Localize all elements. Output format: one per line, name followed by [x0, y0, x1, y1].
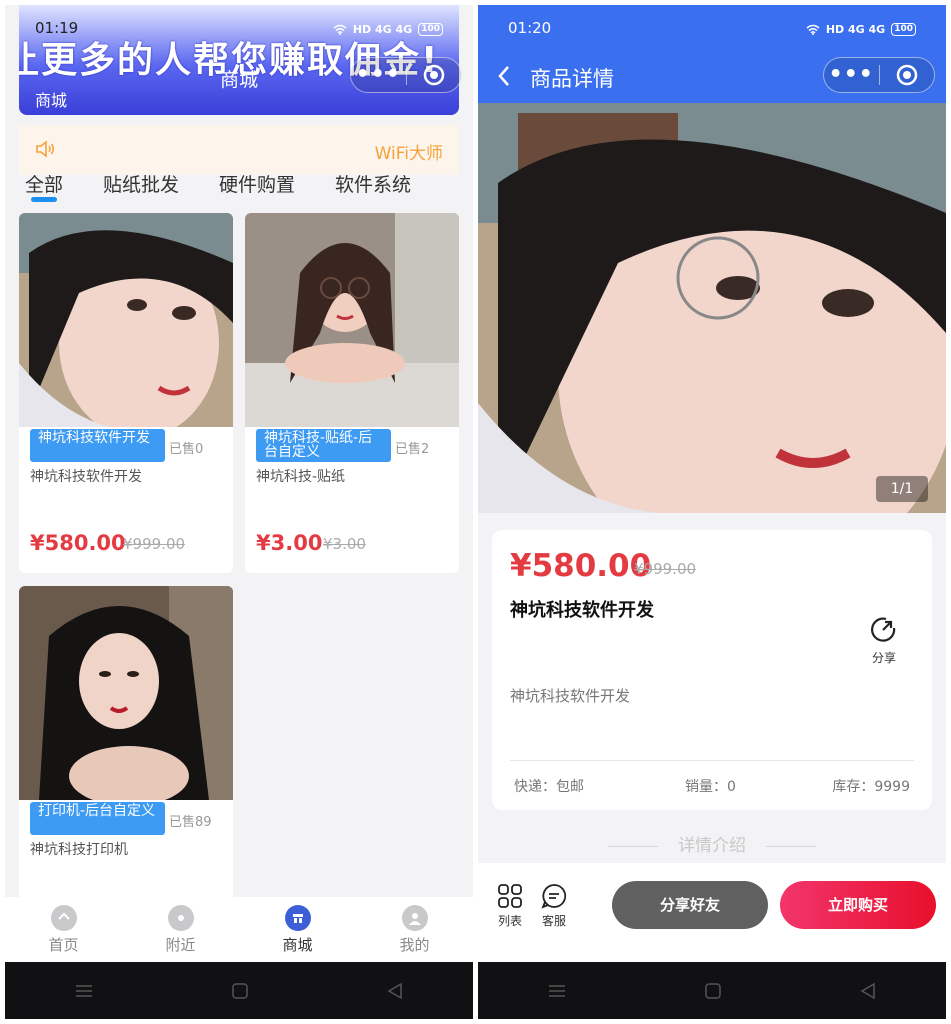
tabbar-label: 附近 [165, 936, 196, 954]
image-counter: 1/1 [876, 476, 928, 502]
tabbar-item-mine[interactable]: 我的 [356, 897, 473, 962]
service-label: 客服 [541, 914, 566, 928]
grid-icon [498, 884, 522, 908]
tab-software[interactable]: 软件系统 [335, 170, 411, 197]
chevron-left-icon[interactable] [496, 63, 512, 89]
status-icons: HD 4G 4G 100 [806, 23, 916, 36]
nav-header: 01:20 HD 4G 4G 100 商品详情 ••• [478, 5, 946, 103]
wifi-icon [806, 24, 820, 35]
product-card[interactable]: 神坑科技-贴纸-后台自定义 已售2 神坑科技-贴纸 ¥3.00 ¥3.00 [245, 213, 459, 573]
page-title: 商品详情 [530, 67, 614, 91]
list-button[interactable]: 列表 [493, 883, 527, 929]
buy-now-button[interactable]: 立即购买 [780, 881, 936, 929]
shipping-info: 快递：包邮 [514, 779, 584, 795]
product-desc: 神坑科技打印机 [30, 842, 128, 858]
chat-icon [541, 884, 567, 909]
product-detail-screen: 01:20 HD 4G 4G 100 商品详情 ••• 1/1 ¥580.00 … [478, 5, 946, 1019]
tabbar-label: 我的 [399, 936, 430, 954]
store-icon [284, 905, 311, 931]
menu-icon[interactable] [547, 983, 567, 999]
tabbar-item-store[interactable]: 商城 [239, 897, 356, 962]
notice-text: WiFi大师 [374, 144, 443, 164]
share-label: 分享 [871, 651, 896, 665]
divider [608, 845, 658, 847]
miniapp-capsule: ••• [350, 57, 462, 93]
user-icon [401, 905, 428, 931]
customer-service-button[interactable]: 客服 [537, 883, 571, 929]
network-icons: HD 4G 4G [825, 23, 886, 36]
tab-stickers[interactable]: 贴纸批发 [103, 170, 179, 197]
network-icons: HD 4G 4G [352, 23, 413, 36]
wifi-icon [333, 24, 347, 35]
tabbar-label: 首页 [48, 936, 79, 954]
share-friends-button[interactable]: 分享好友 [612, 881, 768, 929]
product-name: 神坑科技软件开发 [510, 600, 654, 621]
product-image [19, 586, 233, 800]
active-tab-indicator [31, 197, 57, 202]
status-time: 01:20 [508, 19, 552, 37]
home-icon [50, 905, 77, 931]
store-screen: 让更多的人帮您赚取佣金! 商城 01:19 HD 4G 4G 100 商城 ••… [5, 5, 473, 1019]
battery-icon: 100 [891, 23, 916, 36]
product-image [245, 213, 459, 427]
target-icon[interactable] [406, 64, 461, 86]
product-info-card: ¥580.00 ¥999.00 神坑科技软件开发 分享 神坑科技软件开发 快递：… [492, 530, 932, 810]
status-time: 01:19 [35, 19, 79, 37]
original-price: ¥3.00 [323, 535, 366, 553]
share-button[interactable]: 分享 [866, 614, 902, 666]
product-image [19, 213, 233, 427]
more-dots-icon[interactable]: ••• [351, 64, 406, 86]
tabbar-item-nearby[interactable]: 附近 [122, 897, 239, 962]
system-nav-bar [5, 962, 473, 1019]
list-label: 列表 [497, 914, 522, 928]
original-price: ¥999.00 [123, 535, 186, 553]
back-triangle-icon[interactable] [386, 982, 404, 1000]
miniapp-capsule: ••• [823, 57, 935, 93]
share-icon [871, 617, 896, 642]
product-desc: 神坑科技软件开发 [30, 469, 142, 485]
category-tabs: 全部 贴纸批发 硬件购置 软件系统 [25, 170, 411, 197]
product-card[interactable]: 神坑科技软件开发 已售0 神坑科技软件开发 ¥580.00 ¥999.00 [19, 213, 233, 573]
product-hero-image[interactable] [478, 103, 946, 513]
speaker-icon [36, 140, 55, 158]
product-badge: 打印机-后台自定义 [30, 802, 165, 835]
battery-icon: 100 [418, 23, 443, 36]
sold-count: 已售89 [169, 815, 212, 830]
product-badge: 神坑科技-贴纸-后台自定义 [256, 429, 391, 462]
divider [510, 760, 914, 761]
product-card[interactable]: 打印机-后台自定义 已售89 神坑科技打印机 [19, 586, 233, 906]
home-square-icon[interactable] [704, 982, 722, 1000]
bottom-tab-bar: 首页 附近 商城 我的 [5, 897, 473, 962]
product-price: ¥580.00 [510, 548, 652, 584]
details-section-header: 详情介绍 [478, 831, 946, 856]
bottom-action-bar: 列表 客服 分享好友 立即购买 [478, 863, 946, 962]
location-icon [167, 905, 194, 931]
product-price: ¥580.00 [30, 531, 126, 555]
product-desc: 神坑科技-贴纸 [256, 469, 346, 485]
home-square-icon[interactable] [231, 982, 249, 1000]
product-description: 神坑科技软件开发 [510, 687, 631, 705]
stock-count: 库存：9999 [832, 779, 910, 795]
section-title: 详情介绍 [678, 836, 746, 856]
sold-count: 已售2 [395, 442, 430, 457]
back-triangle-icon[interactable] [859, 982, 877, 1000]
status-icons: HD 4G 4G 100 [333, 23, 443, 36]
menu-icon[interactable] [74, 983, 94, 999]
tabbar-item-home[interactable]: 首页 [5, 897, 122, 962]
sales-count: 销量：0 [685, 779, 736, 795]
original-price: ¥999.00 [634, 560, 697, 578]
tab-hardware[interactable]: 硬件购置 [219, 170, 295, 197]
system-nav-bar [478, 962, 946, 1019]
product-badge: 神坑科技软件开发 [30, 429, 165, 462]
tabbar-label: 商城 [282, 936, 313, 954]
target-icon[interactable] [879, 64, 934, 86]
divider [766, 845, 816, 847]
sold-count: 已售0 [169, 442, 204, 457]
more-dots-icon[interactable]: ••• [824, 64, 879, 86]
product-price: ¥3.00 [256, 531, 323, 555]
notice-bar[interactable]: WiFi大师 [19, 125, 459, 175]
tab-all[interactable]: 全部 [25, 170, 63, 197]
